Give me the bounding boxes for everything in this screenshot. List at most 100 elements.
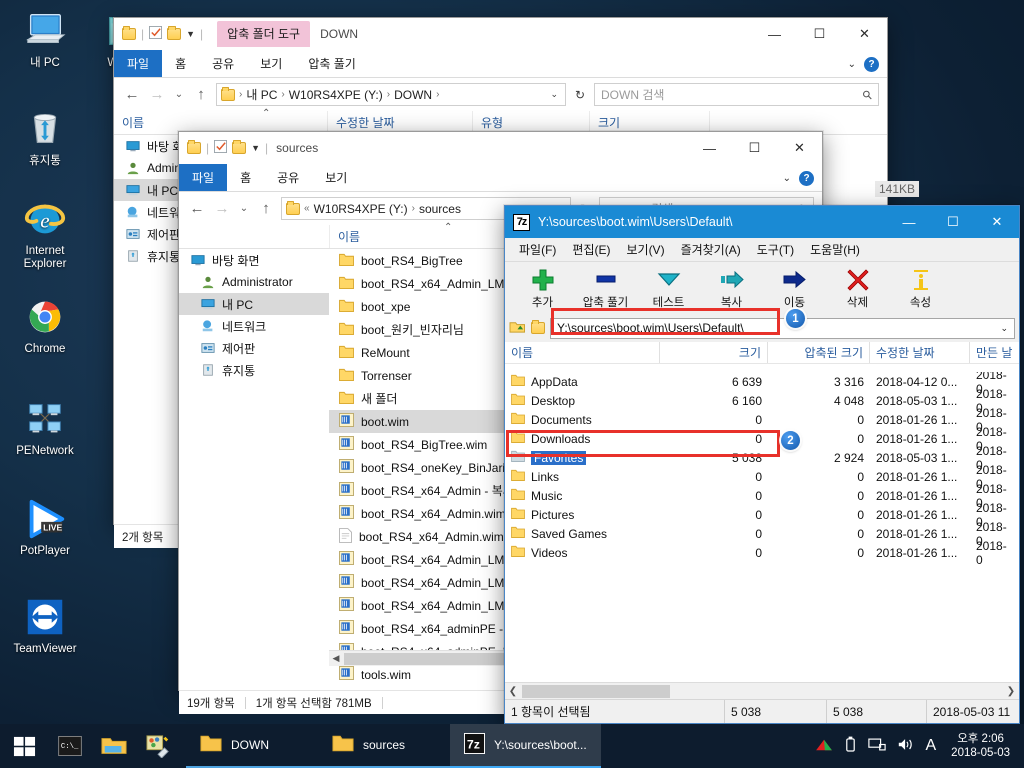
taskbar-paint-tools-button[interactable] xyxy=(136,724,180,768)
ribbon-collapse-icon[interactable]: ⌄ xyxy=(848,59,856,70)
menu-favorites[interactable]: 즐겨찾기(A) xyxy=(673,241,749,258)
back-button[interactable]: ← xyxy=(187,200,207,217)
taskbar-cmd-button[interactable]: C:\_ xyxy=(48,724,92,768)
tab-share[interactable]: 공유 xyxy=(199,50,247,77)
breadcrumb-segment-1[interactable]: sources xyxy=(419,202,461,216)
address-input[interactable]: Y:\sources\boot.wim\Users\Default\ ⌄ xyxy=(550,317,1015,339)
help-icon[interactable]: ? xyxy=(799,170,814,186)
start-button[interactable] xyxy=(0,724,48,768)
tab-file[interactable]: 파일 xyxy=(179,164,228,191)
up-button[interactable]: ↑ xyxy=(256,200,276,217)
toolbar-test-button[interactable]: 테스트 xyxy=(637,267,700,310)
taskbar-task-sevenzip[interactable]: 7z Y:\sources\boot... xyxy=(450,724,601,768)
taskbar-clock[interactable]: 오후 2:06 2018-05-03 xyxy=(947,732,1014,760)
ime-indicator-icon[interactable]: A xyxy=(926,737,937,755)
breadcrumb-segment-0[interactable]: 내 PC xyxy=(246,86,277,103)
contextual-tab-compressed-folder-tools[interactable]: 압축 폴더 도구 xyxy=(217,21,311,47)
usb-eject-icon[interactable] xyxy=(844,736,857,756)
sources-window-controls[interactable]: — ☐ ✕ xyxy=(687,132,822,164)
search-input[interactable]: DOWN 검색 ⚲ xyxy=(594,83,879,106)
desktop-icon-recycle-bin[interactable]: 휴지통 xyxy=(6,106,84,168)
column-modified[interactable]: 수정한 날짜 xyxy=(870,342,970,363)
taskbar-task-down[interactable]: DOWN xyxy=(186,724,318,768)
tab-share[interactable]: 공유 xyxy=(264,164,312,191)
refresh-icon[interactable]: ↻ xyxy=(571,88,589,102)
sevenzip-row[interactable]: Desktop 6 160 4 048 2018-05-03 1... 2018-0 xyxy=(505,387,1019,415)
menu-edit[interactable]: 편집(E) xyxy=(564,241,618,258)
sevenzip-row[interactable]: AppData 6 639 3 316 2018-04-12 0... 2018-0 xyxy=(505,372,1019,396)
sevenzip-window-controls[interactable]: — ☐ ✕ xyxy=(887,206,1019,238)
quick-access-toolbar[interactable]: | ▼ | xyxy=(122,26,203,42)
tab-file[interactable]: 파일 xyxy=(114,50,163,77)
qat-dropdown-icon[interactable]: ▼ xyxy=(251,143,260,153)
desktop-icon-chrome[interactable]: Chrome xyxy=(6,294,84,356)
sidebar-item-network[interactable]: 네트워크 xyxy=(179,315,329,337)
sevenzip-horizontal-scrollbar[interactable]: ❮ ❯ xyxy=(505,682,1019,699)
column-created[interactable]: 만든 날 xyxy=(970,342,1019,363)
sevenzip-row[interactable]: Saved Games 0 0 2018-01-26 1... 2018-0 xyxy=(505,520,1019,548)
new-folder-icon[interactable] xyxy=(232,140,247,154)
maximize-button[interactable]: ☐ xyxy=(797,18,842,50)
sevenzip-row[interactable]: Documents 0 0 2018-01-26 1... 2018-0 xyxy=(505,406,1019,434)
toolbar-extract-button[interactable]: 압축 풀기 xyxy=(574,267,637,310)
properties-check-icon[interactable] xyxy=(214,140,228,156)
sevenzip-file-list[interactable]: AppData 6 639 3 316 2018-04-12 0... 2018-0 De… xyxy=(505,372,1019,682)
tab-view[interactable]: 보기 xyxy=(247,50,295,77)
minimize-button[interactable]: — xyxy=(752,18,797,50)
recent-locations-icon[interactable]: ⌄ xyxy=(237,203,251,214)
sevenzip-row[interactable]: Music 0 0 2018-01-26 1... 2018-0 xyxy=(505,482,1019,510)
breadcrumb-segment-2[interactable]: DOWN xyxy=(394,88,432,102)
close-button[interactable]: ✕ xyxy=(975,206,1019,238)
quick-access-toolbar[interactable]: | ▼ | xyxy=(187,140,268,156)
up-folder-icon[interactable] xyxy=(509,319,526,337)
taskbar[interactable]: C:\_ DOWN sources 7z Y:\sources\boot... … xyxy=(0,724,1024,768)
help-icon[interactable]: ? xyxy=(864,56,879,72)
network-icon[interactable] xyxy=(867,737,886,755)
scroll-right-arrow-icon[interactable]: ❯ xyxy=(1003,686,1019,697)
toolbar-copy-button[interactable]: 복사 xyxy=(700,267,763,310)
chevron-down-icon[interactable]: ⌄ xyxy=(1000,323,1014,334)
tab-extract[interactable]: 압축 풀기 xyxy=(295,50,369,77)
column-size[interactable]: 크기 xyxy=(660,342,768,363)
desktop-icon-internet-explorer[interactable]: e Internet Explorer xyxy=(6,196,84,271)
scroll-left-arrow-icon[interactable]: ◀ xyxy=(329,653,343,664)
back-button[interactable]: ← xyxy=(122,86,142,103)
sevenzip-column-headers[interactable]: 이름 크기 압축된 크기 수정한 날짜 만든 날 xyxy=(505,342,1019,364)
ribbon-collapse-icon[interactable]: ⌄ xyxy=(783,173,791,184)
sidebar-item-my-pc[interactable]: 내 PC xyxy=(179,293,329,315)
breadcrumb[interactable]: › 내 PC › W10RS4XPE (Y:) › DOWN › ⌄ xyxy=(216,83,566,106)
menu-help[interactable]: 도움말(H) xyxy=(802,241,868,258)
forward-button[interactable]: → xyxy=(212,200,232,217)
sevenzip-row[interactable]: Downloads 0 0 2018-01-26 1... 2018-0 xyxy=(505,425,1019,453)
breadcrumb-overflow[interactable]: « xyxy=(304,203,310,214)
column-name[interactable]: 이름 xyxy=(505,342,660,363)
breadcrumb-segment-1[interactable]: W10RS4XPE (Y:) xyxy=(289,88,383,102)
tab-view[interactable]: 보기 xyxy=(312,164,360,191)
toolbar-delete-button[interactable]: 삭제 xyxy=(826,267,889,310)
minimize-button[interactable]: — xyxy=(687,132,732,164)
sevenzip-toolbar[interactable]: 추가 압축 풀기 테스트 복사 이동 삭제 속성 xyxy=(505,262,1019,314)
sidebar-item-desktop[interactable]: 바탕 화면 xyxy=(179,249,329,271)
scroll-left-arrow-icon[interactable]: ❮ xyxy=(505,686,521,697)
desktop-icon-potplayer[interactable]: LIVE PotPlayer xyxy=(6,496,84,558)
scroll-thumb[interactable] xyxy=(522,684,670,698)
sevenzip-window[interactable]: 7z Y:\sources\boot.wim\Users\Default\ — … xyxy=(504,205,1020,724)
sources-nav-pane[interactable]: 바탕 화면 Administrator 내 PC 네트워크 제어판 휴지통 xyxy=(179,249,329,690)
toolbar-move-button[interactable]: 이동 xyxy=(763,267,826,310)
sidebar-item-recycle-bin[interactable]: 휴지통 xyxy=(179,359,329,381)
desktop-icon-my-pc[interactable]: 내 PC xyxy=(6,8,84,70)
sevenzip-row[interactable]: Links 0 0 2018-01-26 1... 2018-0 xyxy=(505,463,1019,491)
sevenzip-row[interactable]: Favorites 5 038 2 924 2018-05-03 1... 2018-0 xyxy=(505,444,1019,472)
desktop-icon-teamviewer[interactable]: TeamViewer xyxy=(6,594,84,656)
breadcrumb-segment-0[interactable]: W10RS4XPE (Y:) xyxy=(314,202,408,216)
down-window-controls[interactable]: — ☐ ✕ xyxy=(752,18,887,50)
sevenzip-row[interactable]: Videos 0 0 2018-01-26 1... 2018-0 xyxy=(505,539,1019,567)
sevenzip-row[interactable]: Pictures 0 0 2018-01-26 1... 2018-0 xyxy=(505,501,1019,529)
maximize-button[interactable]: ☐ xyxy=(931,206,975,238)
toolbar-properties-button[interactable]: 속성 xyxy=(889,267,952,310)
tab-home[interactable]: 홈 xyxy=(227,164,264,191)
maximize-button[interactable]: ☐ xyxy=(732,132,777,164)
menu-tools[interactable]: 도구(T) xyxy=(749,241,802,258)
desktop-icon-penetwork[interactable]: PENetwork xyxy=(6,396,84,458)
sources-ribbon-tabs[interactable]: 파일 홈 공유 보기 ⌄ ? xyxy=(179,164,822,192)
